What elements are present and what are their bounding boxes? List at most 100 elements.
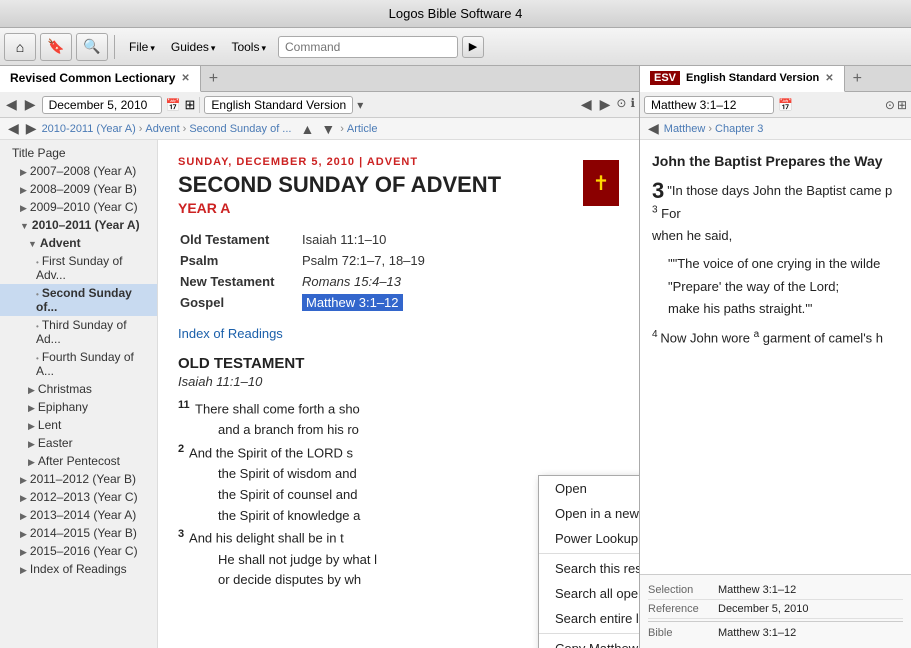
triangle-icon-14: ▶	[20, 529, 27, 539]
sidebar-item-second-sunday[interactable]: •Second Sunday of...	[0, 284, 157, 316]
esv-back-btn[interactable]: ◀	[646, 120, 661, 137]
sidebar-item-2007[interactable]: ▶2007–2008 (Year A)	[0, 162, 157, 180]
sidebar-item-fourth-sunday[interactable]: •Fourth Sunday of A...	[0, 348, 157, 380]
esv-tab[interactable]: ESV English Standard Version ✕	[640, 66, 845, 92]
esv-nav-icon[interactable]: 📅	[778, 98, 793, 112]
context-search-open[interactable]: Search all open resources	[539, 581, 639, 606]
context-open[interactable]: Open	[539, 476, 639, 501]
context-menu: Open Open in a new tab Power Lookup Sear…	[538, 475, 639, 648]
guides-menu[interactable]: Guides▾	[163, 37, 224, 57]
breadcrumb-down-btn[interactable]: ▼	[319, 121, 337, 137]
esv-heading: John the Baptist Prepares the Way	[652, 150, 899, 174]
breadcrumb-article[interactable]: Article	[347, 123, 378, 135]
triangle-icon: ▶	[20, 167, 27, 177]
triangle-icon-11: ▶	[20, 475, 27, 485]
sidebar-item-2008[interactable]: ▶2008–2009 (Year B)	[0, 180, 157, 198]
breadcrumb-season[interactable]: Advent	[145, 123, 179, 135]
esv-sup1: 3	[652, 205, 658, 216]
nav-back-btn[interactable]: ◀	[4, 96, 19, 113]
breadcrumb-up-btn[interactable]: ▲	[298, 121, 316, 137]
new-testament-ref[interactable]: Romans 15:4–13	[302, 272, 433, 291]
sidebar-item-pentecost[interactable]: ▶After Pentecost	[0, 452, 157, 470]
esv-add-tab[interactable]: +	[845, 70, 870, 88]
context-copy[interactable]: Copy Matthew 3:1–12	[539, 636, 639, 648]
sidebar-title-page[interactable]: Title Page	[0, 144, 157, 162]
esv-right-controls: ⊙ ⊞	[885, 98, 907, 112]
esv-tab-close[interactable]: ✕	[825, 73, 833, 84]
sidebar-item-christmas[interactable]: ▶Christmas	[0, 380, 157, 398]
esv-tab-bar: ESV English Standard Version ✕ +	[640, 66, 911, 92]
sidebar-item-advent[interactable]: ▼Advent	[0, 234, 157, 252]
triangle-icon-12: ▶	[20, 493, 27, 503]
sidebar-item-2015[interactable]: ▶2015–2016 (Year C)	[0, 542, 157, 560]
new-testament-label: New Testament	[180, 272, 300, 291]
app-title: Logos Bible Software 4	[389, 6, 523, 21]
sidebar-item-2009[interactable]: ▶2009–2010 (Year C)	[0, 198, 157, 216]
esv-ref-box[interactable]: Matthew 3:1–12	[644, 96, 774, 114]
verse-num-11: 11	[178, 399, 190, 411]
right-panel: ESV English Standard Version ✕ + Matthew…	[640, 66, 911, 648]
dot-icon-2: •	[36, 290, 39, 299]
nav-fwd-btn[interactable]: ▶	[23, 96, 38, 113]
esv-sep: ›	[708, 123, 712, 135]
file-menu[interactable]: File▾	[121, 37, 163, 57]
breadcrumb-sep3: ›	[340, 123, 344, 135]
sidebar-item-2010[interactable]: ▼2010–2011 (Year A)	[0, 216, 157, 234]
breadcrumb-back-btn[interactable]: ◀	[6, 120, 21, 137]
sidebar-item-third-sunday[interactable]: •Third Sunday of Ad...	[0, 316, 157, 348]
command-input[interactable]	[278, 36, 458, 58]
context-power-lookup[interactable]: Power Lookup	[539, 526, 639, 551]
rcl-nav-bar: ◀ ▶ December 5, 2010 📅 ⊞ English Standar…	[0, 92, 639, 118]
bookmark-button[interactable]: 🔖	[40, 33, 72, 61]
index-of-readings-link[interactable]: Index of Readings	[178, 326, 619, 341]
sidebar-item-2012[interactable]: ▶2012–2013 (Year C)	[0, 488, 157, 506]
sidebar-item-first-sunday[interactable]: •First Sunday of Adv...	[0, 252, 157, 284]
date-box[interactable]: December 5, 2010	[42, 96, 162, 114]
sidebar-item-index[interactable]: ▶Index of Readings	[0, 560, 157, 578]
old-testament-ref[interactable]: Isaiah 11:1–10	[302, 230, 433, 249]
sidebar-item-2011[interactable]: ▶2011–2012 (Year B)	[0, 470, 157, 488]
version-box[interactable]: English Standard Version	[204, 96, 353, 114]
home-button[interactable]: ⌂	[4, 33, 36, 61]
sidebar-item-2013[interactable]: ▶2013–2014 (Year A)	[0, 506, 157, 524]
breadcrumb-year[interactable]: 2010-2011 (Year A)	[42, 123, 136, 135]
verse-num-2: 2	[178, 443, 184, 455]
triangle-icon-15: ▶	[20, 547, 27, 557]
psalm-ref[interactable]: Psalm 72:1–7, 18–19	[302, 251, 433, 270]
breadcrumb-sep1: ›	[139, 123, 143, 135]
go-button[interactable]: ▶	[462, 36, 484, 58]
gospel-ref[interactable]: Matthew 3:1–12	[302, 293, 433, 312]
selection-label: Selection	[648, 584, 718, 596]
next-article-btn[interactable]: ▶	[598, 96, 613, 113]
prev-article-btn[interactable]: ◀	[579, 96, 594, 113]
rcl-tab[interactable]: Revised Common Lectionary ✕	[0, 66, 201, 92]
tools-menu[interactable]: Tools▾	[223, 37, 274, 57]
esv-panel-icon[interactable]: ⊞	[897, 98, 907, 112]
esv-sync-icon[interactable]: ⊙	[885, 98, 895, 112]
context-search-resource[interactable]: Search this resource	[539, 556, 639, 581]
guides-arrow: ▾	[211, 43, 216, 53]
sidebar-item-2014[interactable]: ▶2014–2015 (Year B)	[0, 524, 157, 542]
triangle-icon-13: ▶	[20, 511, 27, 521]
context-open-tab[interactable]: Open in a new tab	[539, 501, 639, 526]
dot-icon-4: •	[36, 354, 39, 363]
sidebar-item-easter[interactable]: ▶Easter	[0, 434, 157, 452]
breadcrumb-item[interactable]: Second Sunday of ...	[189, 123, 291, 135]
breadcrumb-fwd-btn[interactable]: ▶	[24, 120, 39, 137]
esv-book-link[interactable]: Matthew	[664, 123, 706, 135]
context-search-library[interactable]: Search entire library	[539, 606, 639, 631]
add-tab-button[interactable]: +	[201, 70, 226, 88]
esv-nav-bar: Matthew 3:1–12 📅 ⊙ ⊞	[640, 92, 911, 118]
sync-icon[interactable]: ⊙	[616, 96, 626, 113]
nav-arrow-icon[interactable]: ▾	[357, 98, 363, 112]
info-icon[interactable]: ℹ	[630, 96, 635, 113]
esv-chapter-link[interactable]: Chapter 3	[715, 123, 763, 135]
tools-arrow: ▾	[261, 43, 266, 53]
sidebar-item-lent[interactable]: ▶Lent	[0, 416, 157, 434]
sidebar-item-epiphany[interactable]: ▶Epiphany	[0, 398, 157, 416]
left-panel: Revised Common Lectionary ✕ + ◀ ▶ Decemb…	[0, 66, 640, 648]
search-button[interactable]: 🔍	[76, 33, 108, 61]
calendar-icon[interactable]: 📅	[166, 98, 181, 112]
rcl-tab-close[interactable]: ✕	[181, 73, 189, 84]
esv-quote2: "Prepare' the way of the Lord;	[668, 279, 839, 294]
